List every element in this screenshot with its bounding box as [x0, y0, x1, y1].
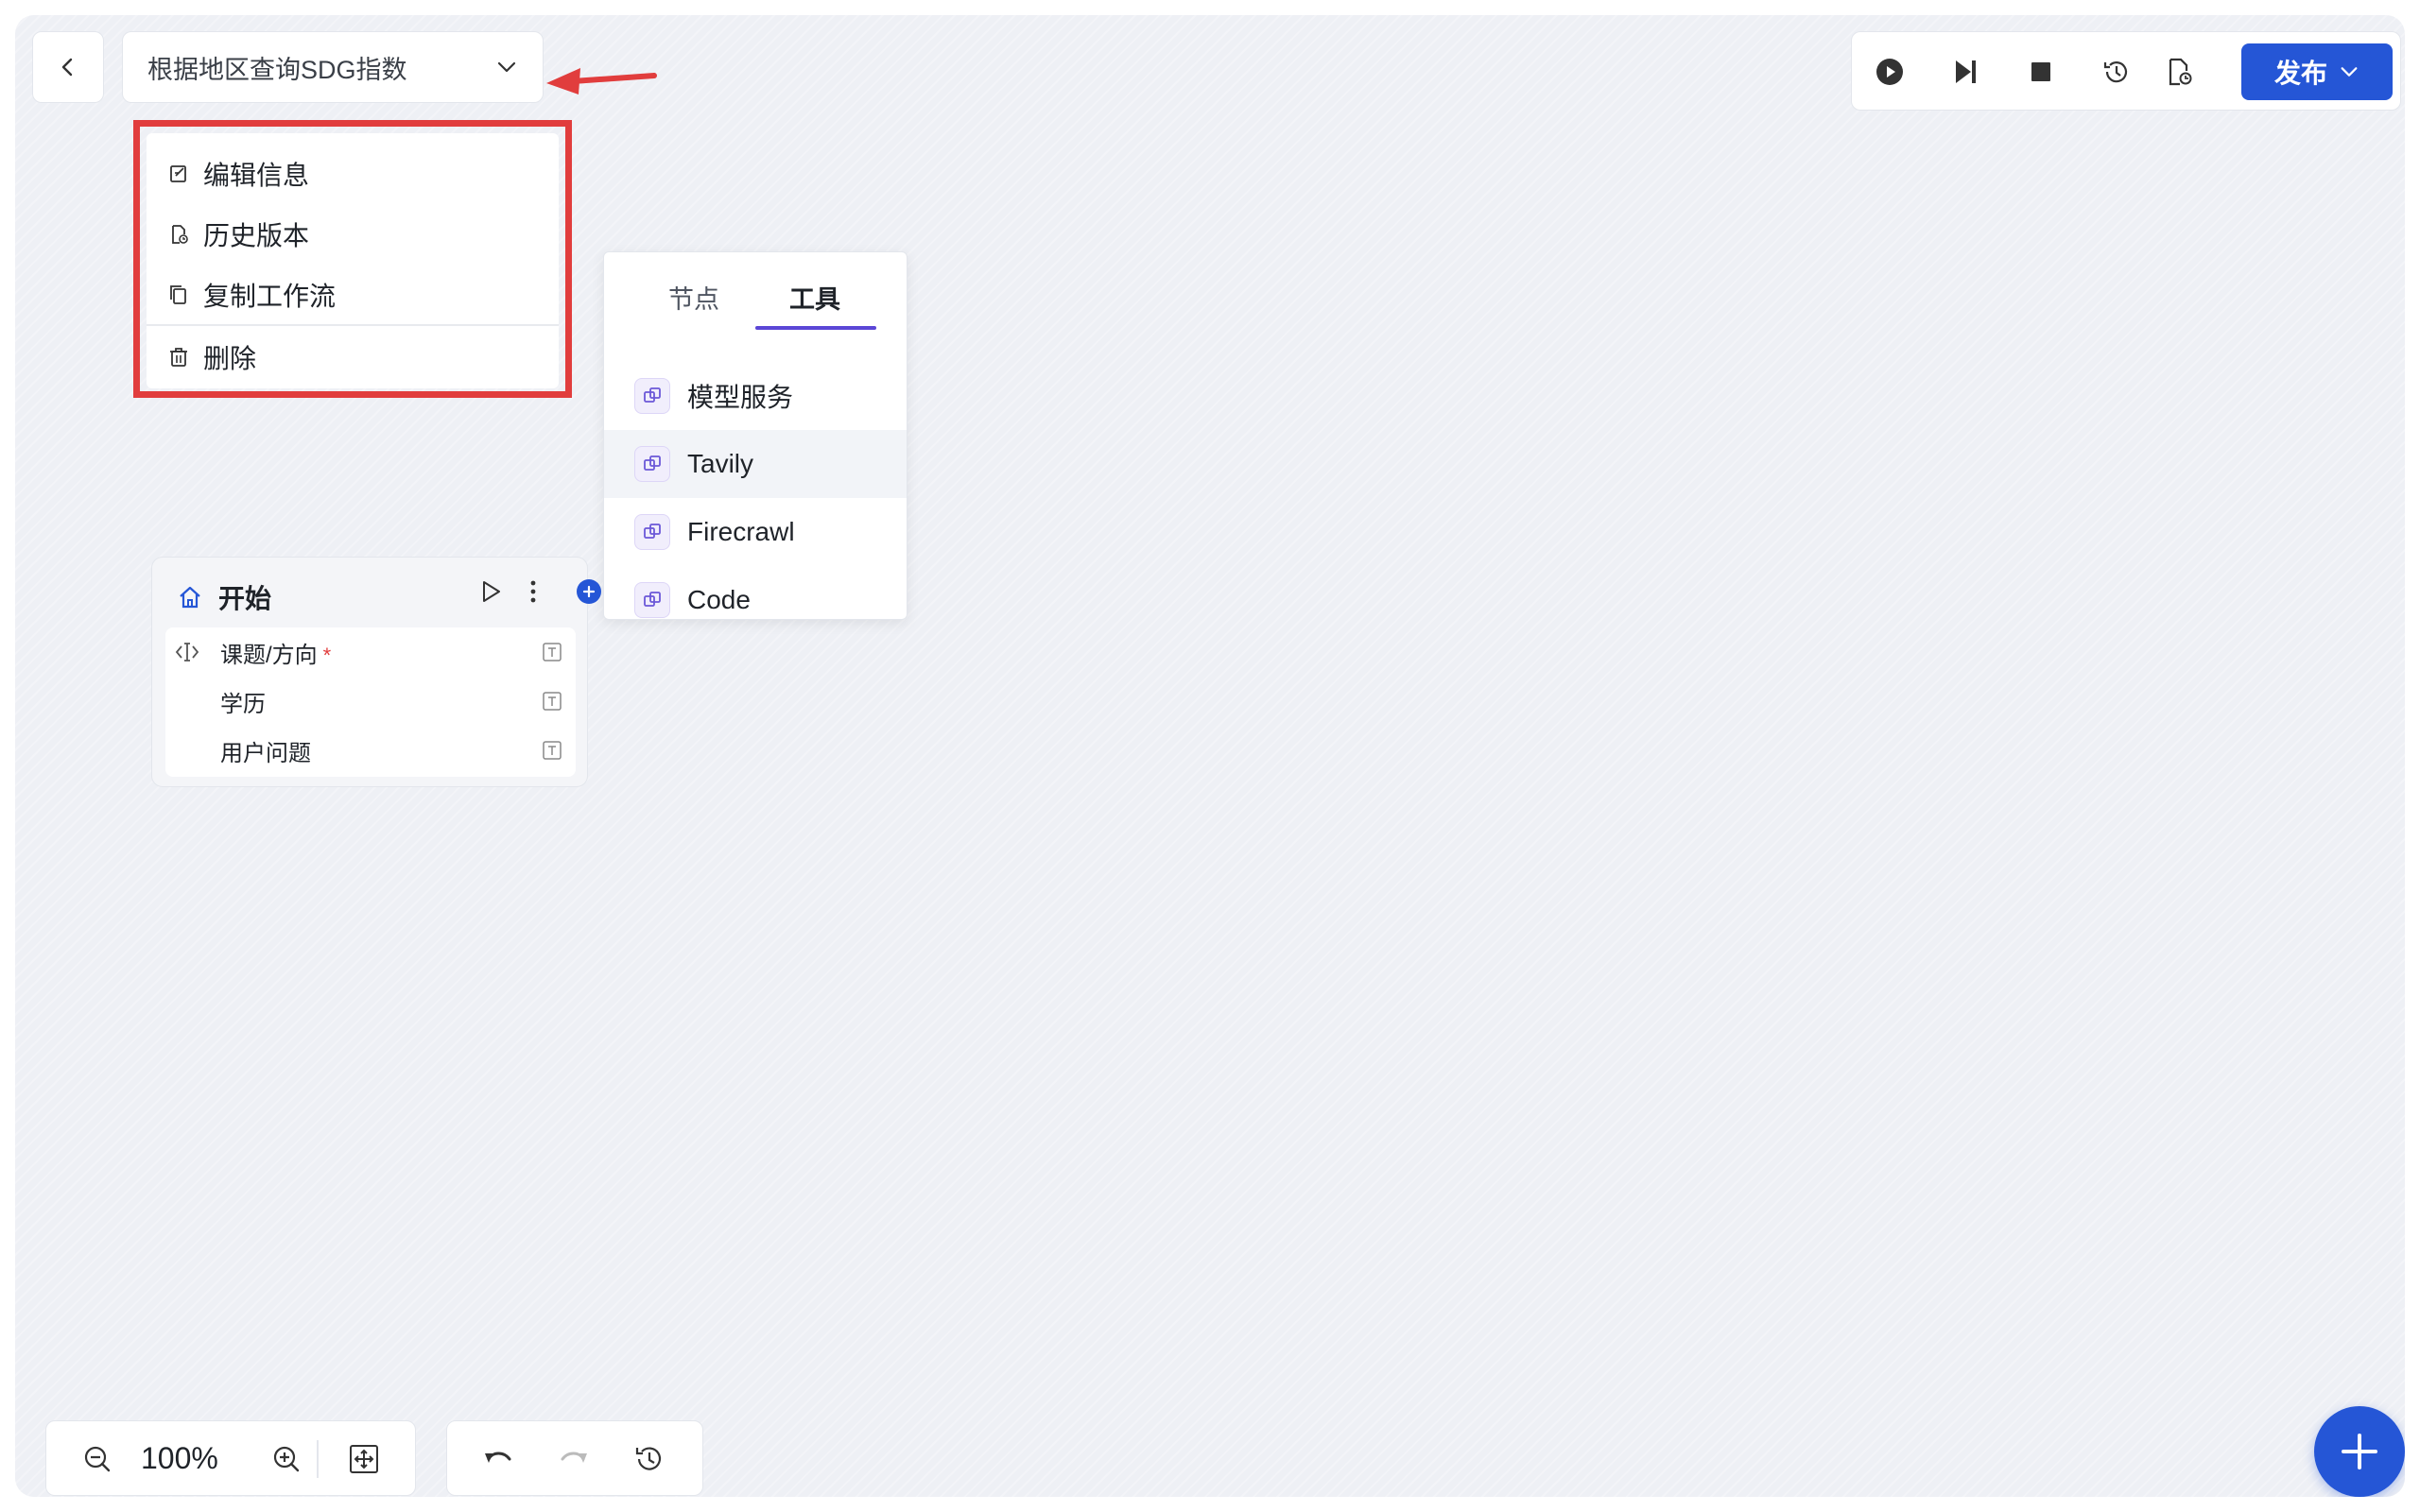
chevron-down-icon [495, 56, 518, 78]
plus-icon [582, 585, 596, 598]
zoom-in-icon[interactable] [269, 1442, 303, 1476]
menu-item-copy-workflow[interactable]: 复制工作流 [147, 267, 559, 322]
history-controls [446, 1420, 703, 1496]
chevron-down-icon [2327, 61, 2360, 82]
play-circle-icon[interactable] [1871, 53, 1909, 91]
add-node-handle[interactable] [577, 579, 601, 604]
menu-divider [147, 324, 559, 326]
step-forward-icon[interactable] [1946, 53, 1984, 91]
zoom-level[interactable]: 100% [141, 1441, 218, 1476]
text-type-icon [542, 740, 562, 761]
document-clock-icon[interactable] [2160, 53, 2198, 91]
history-icon[interactable] [632, 1442, 666, 1476]
text-type-icon [542, 691, 562, 712]
undo-icon[interactable] [481, 1444, 515, 1474]
workflow-title: 根据地区查询SDG指数 [147, 55, 407, 84]
start-node-params: 课题/方向 * 学历 用户问题 [165, 627, 576, 777]
fit-view-icon[interactable] [347, 1442, 381, 1476]
tool-item-tavily[interactable]: Tavily [604, 430, 907, 498]
stop-icon[interactable] [2022, 53, 2060, 91]
zoom-controls: 100% [45, 1420, 416, 1496]
param-row-education[interactable]: 学历 [165, 677, 576, 726]
back-button[interactable] [32, 31, 104, 103]
node-tool-panel: 节点 工具 模型服务 Tavily Firecrawl Code [603, 251, 908, 620]
menu-item-delete[interactable]: 删除 [147, 330, 559, 385]
menu-item-edit-info[interactable]: 编辑信息 [147, 146, 559, 201]
tool-icon [634, 378, 670, 414]
trash-icon [167, 346, 190, 369]
param-label: 学历 [220, 691, 266, 717]
top-toolbar: 发布 [1851, 31, 2401, 111]
tool-item-firecrawl[interactable]: Firecrawl [604, 498, 907, 566]
tool-icon [634, 582, 670, 618]
tool-item-model-service[interactable]: 模型服务 [604, 362, 907, 430]
add-node-fab[interactable] [2314, 1406, 2405, 1497]
text-cursor-icon [175, 641, 199, 663]
more-vertical-icon[interactable] [527, 578, 540, 605]
home-icon [177, 584, 203, 610]
tool-icon [634, 446, 670, 482]
tab-nodes[interactable]: 节点 [668, 279, 719, 316]
zoom-out-icon[interactable] [80, 1442, 114, 1476]
workflow-canvas[interactable]: 根据地区查询SDG指数 编辑信息 历史版本 复制工作流 删除 发布 节点 工具 … [15, 15, 2405, 1497]
edit-icon [167, 163, 190, 185]
param-label: 课题/方向 [220, 642, 318, 668]
publish-label: 发布 [2273, 59, 2327, 88]
text-type-icon [542, 642, 562, 662]
history-doc-icon [167, 223, 190, 246]
chevron-left-icon [57, 56, 79, 78]
tool-item-code[interactable]: Code [604, 566, 907, 634]
required-mark: * [322, 643, 332, 667]
copy-icon [167, 284, 190, 306]
title-dropdown-menu: 编辑信息 历史版本 复制工作流 删除 [133, 120, 572, 398]
menu-item-history-versions[interactable]: 历史版本 [147, 207, 559, 262]
param-row-topic[interactable]: 课题/方向 * [165, 627, 576, 677]
param-row-user-question[interactable]: 用户问题 [165, 726, 576, 775]
run-icon[interactable] [477, 578, 504, 605]
start-node-title: 开始 [218, 584, 272, 613]
divider [317, 1440, 319, 1478]
param-label: 用户问题 [220, 740, 311, 766]
publish-button[interactable]: 发布 [2241, 43, 2393, 100]
annotation-arrow [544, 62, 658, 96]
workflow-title-dropdown[interactable]: 根据地区查询SDG指数 [122, 31, 544, 103]
tab-tools[interactable]: 工具 [789, 279, 840, 316]
active-tab-indicator [755, 326, 876, 330]
start-node[interactable]: 开始 课题/方向 * 学历 用户问题 [151, 557, 588, 787]
history-icon[interactable] [2098, 53, 2135, 91]
plus-icon [2342, 1434, 2377, 1469]
tool-icon [634, 514, 670, 550]
redo-icon[interactable] [557, 1444, 591, 1474]
